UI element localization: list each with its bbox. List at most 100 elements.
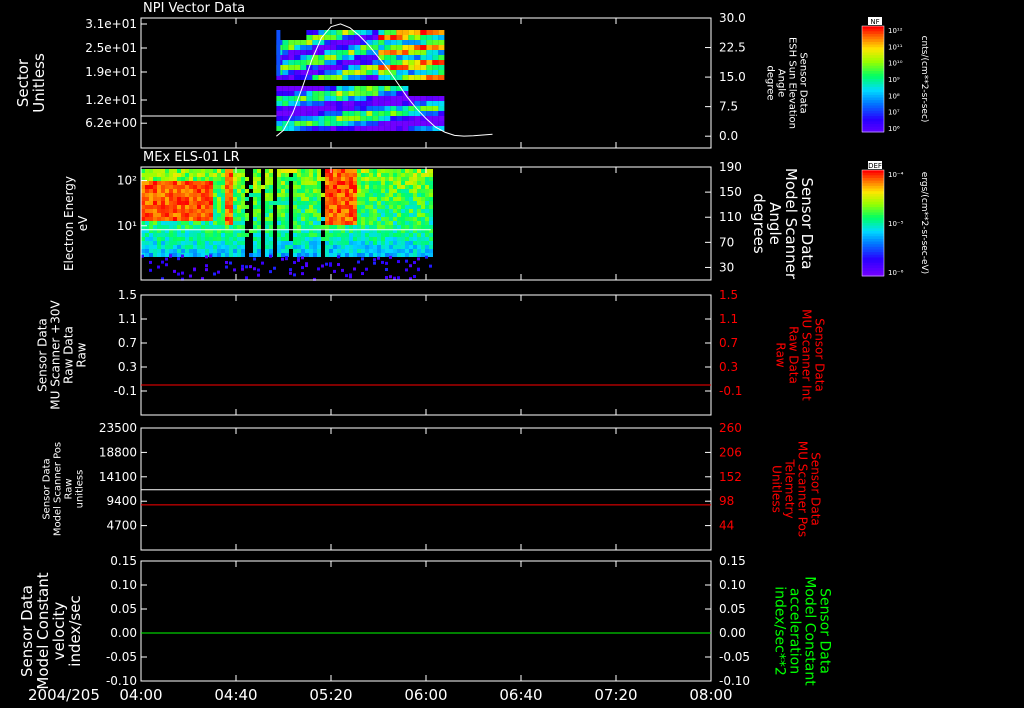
heatmap-cell <box>309 217 313 221</box>
heatmap-cell <box>324 50 331 55</box>
heatmap-cell <box>336 55 343 60</box>
heatmap-cell <box>229 189 233 193</box>
heatmap-cell <box>233 233 237 237</box>
heatmap-cell <box>409 197 413 201</box>
heatmap-cell <box>337 217 341 221</box>
heatmap-cell <box>414 101 421 106</box>
heatmap-cell <box>390 45 397 50</box>
heatmap-cell <box>405 253 409 257</box>
heatmap-cell <box>365 217 369 221</box>
heatmap-cell <box>330 65 337 70</box>
heatmap-cell <box>277 249 281 253</box>
heatmap-cell <box>413 181 417 185</box>
heatmap-cell <box>405 197 409 201</box>
heatmap-cell <box>257 225 261 229</box>
heatmap-cell <box>165 201 169 205</box>
heatmap-cell <box>365 209 369 213</box>
heatmap-cell <box>277 185 281 189</box>
heatmap-cell <box>413 275 416 279</box>
heatmap-cell <box>300 116 307 121</box>
heatmap-cell <box>181 185 185 189</box>
heatmap-cell <box>325 189 329 193</box>
heatmap-cell <box>357 233 361 237</box>
heatmap-cell <box>312 75 319 80</box>
heatmap-cell <box>438 50 445 55</box>
heatmap-cell <box>414 75 421 80</box>
heatmap-cell <box>393 221 397 225</box>
heatmap-cell <box>425 197 429 201</box>
heatmap-cell <box>165 169 169 173</box>
heatmap-cell <box>141 193 145 197</box>
y-tick-label: 1.1 <box>118 312 137 326</box>
heatmap-cell <box>417 189 421 193</box>
heatmap-cell <box>317 197 321 201</box>
heatmap-cell <box>217 209 221 213</box>
heatmap-cell <box>269 213 273 217</box>
heatmap-cell <box>161 201 165 205</box>
heatmap-cell <box>169 225 173 229</box>
heatmap-cell <box>402 65 409 70</box>
heatmap-cell <box>365 241 369 245</box>
heatmap-cell <box>409 213 413 217</box>
heatmap-cell <box>413 173 417 177</box>
heatmap-cell <box>157 217 161 221</box>
heatmap-cell <box>329 213 333 217</box>
y-tick-label-right: 30 <box>719 260 734 274</box>
heatmap-cell <box>377 197 381 201</box>
heatmap-cell <box>393 276 396 280</box>
heatmap-cell <box>389 245 393 249</box>
heatmap-cell <box>306 101 313 106</box>
axis-title-line: Unitless <box>770 465 784 513</box>
heatmap-cell <box>265 173 269 177</box>
heatmap-cell <box>361 217 365 221</box>
heatmap-cell <box>294 75 301 80</box>
heatmap-cell <box>177 205 181 209</box>
heatmap-cell <box>317 209 321 213</box>
heatmap-cell <box>345 185 349 189</box>
heatmap-cell <box>330 121 337 126</box>
heatmap-cell <box>425 189 429 193</box>
heatmap-cell <box>393 237 397 241</box>
heatmap-cell <box>348 86 355 91</box>
heatmap-cell <box>145 241 149 245</box>
heatmap-cell <box>337 245 341 249</box>
heatmap-cell <box>221 193 225 197</box>
heatmap-cell <box>329 185 333 189</box>
heatmap-cell <box>408 70 415 75</box>
y-tick-label: 0.3 <box>118 360 137 374</box>
heatmap-cell <box>337 233 341 237</box>
heatmap-cell <box>372 35 379 40</box>
heatmap-cell <box>237 173 241 177</box>
heatmap-cell <box>285 193 289 197</box>
heatmap-cell <box>189 193 193 197</box>
heatmap-cell <box>181 221 185 225</box>
heatmap-cell <box>309 237 313 241</box>
heatmap-cell <box>217 169 221 173</box>
heatmap-cell <box>288 60 295 65</box>
heatmap-cell <box>281 201 285 205</box>
heatmap-cell <box>426 45 433 50</box>
heatmap-cell <box>201 233 205 237</box>
heatmap-cell <box>373 241 377 245</box>
heatmap-cell <box>177 257 180 261</box>
heatmap-cell <box>209 169 213 173</box>
heatmap-cell <box>306 106 313 111</box>
heatmap-cell <box>301 189 305 193</box>
heatmap-cell <box>285 237 289 241</box>
heatmap-cell <box>205 201 209 205</box>
heatmap-cell <box>225 260 228 264</box>
heatmap-cell <box>369 209 373 213</box>
heatmap-cell <box>405 237 409 241</box>
heatmap-cell <box>333 209 337 213</box>
heatmap-cell <box>221 249 225 253</box>
heatmap-cell <box>397 225 401 229</box>
heatmap-cell <box>390 121 397 126</box>
heatmap-cell <box>293 205 297 209</box>
heatmap-cell <box>273 266 276 270</box>
heatmap-cell <box>293 237 297 241</box>
heatmap-cell <box>421 249 425 253</box>
heatmap-cell <box>145 237 149 241</box>
heatmap-cell <box>365 213 369 217</box>
heatmap-cell <box>313 253 317 257</box>
heatmap-cell <box>313 177 317 181</box>
